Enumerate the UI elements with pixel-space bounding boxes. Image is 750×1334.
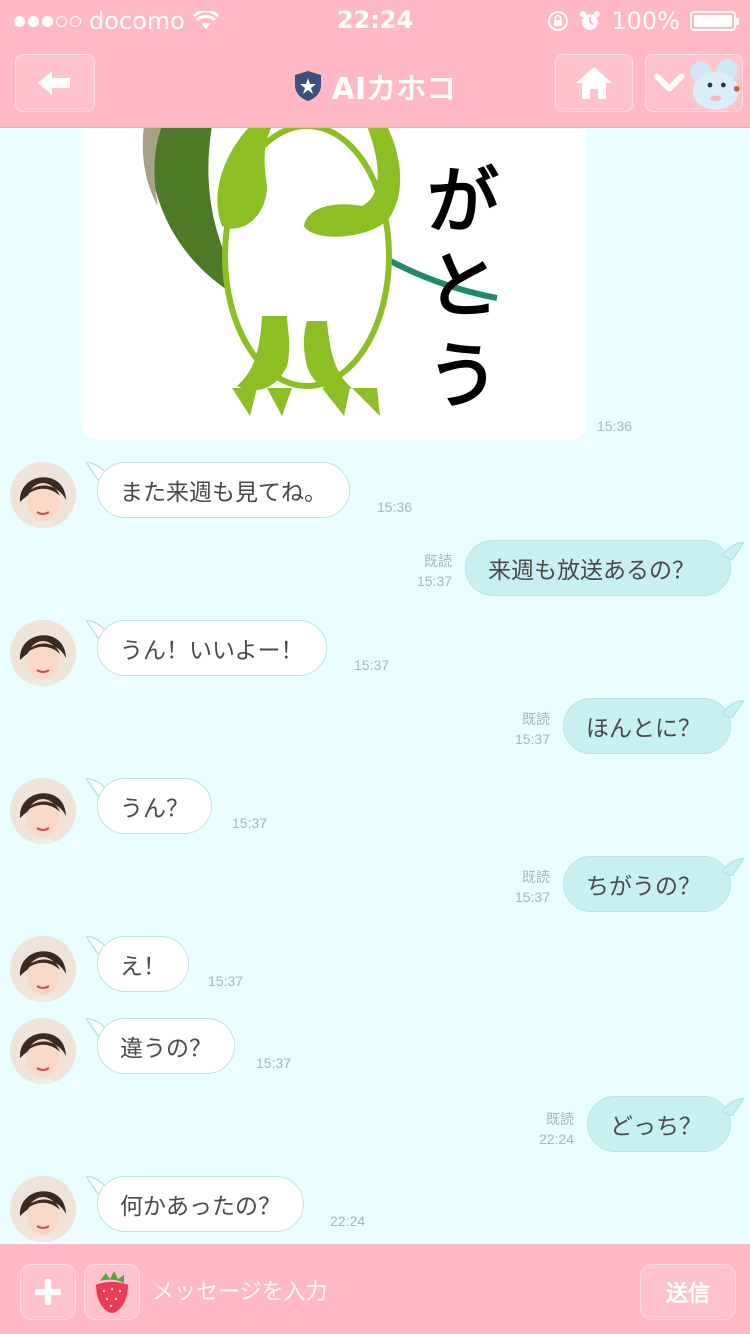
message-bubble-incoming[interactable]: 何かあったの？ bbox=[97, 1176, 304, 1232]
sticker-text-u: う bbox=[427, 334, 499, 418]
message-bubble-incoming[interactable]: うん？ bbox=[97, 778, 212, 834]
shield-star-icon bbox=[294, 71, 321, 101]
message-time: 22:24 bbox=[330, 1213, 366, 1229]
chevron-down-icon bbox=[654, 73, 685, 92]
message-time: 15:37 bbox=[208, 973, 244, 989]
message-bubble-incoming[interactable]: また来週も見てね。 bbox=[97, 462, 350, 518]
read-receipt: 既読 22:24 bbox=[538, 1111, 574, 1147]
alarm-icon bbox=[580, 11, 601, 30]
person-avatar-icon bbox=[10, 1176, 76, 1242]
message-bubble-outgoing[interactable]: ほんとに？ bbox=[563, 698, 731, 754]
message-time: 15:37 bbox=[256, 1055, 292, 1071]
home-icon bbox=[576, 67, 612, 99]
message-bubble-incoming[interactable]: 違うの？ bbox=[97, 1018, 235, 1074]
person-avatar-icon bbox=[10, 936, 76, 1002]
avatar[interactable] bbox=[10, 1018, 76, 1084]
frog-sticker-illustration: が と う bbox=[142, 128, 499, 418]
chat-area[interactable]: が と う 15:36 また来週も見てね。 15:36 既読 15:37 来週も… bbox=[0, 128, 750, 1244]
avatar[interactable] bbox=[10, 936, 76, 1002]
battery-icon bbox=[690, 11, 739, 31]
message-time: 15:37 bbox=[232, 815, 268, 831]
person-avatar-icon bbox=[10, 778, 76, 844]
mouse-mascot-icon bbox=[689, 59, 740, 110]
avatar[interactable] bbox=[10, 1176, 76, 1242]
page-title-group: AIカホコ bbox=[0, 64, 750, 108]
plus-icon bbox=[35, 1279, 61, 1305]
read-receipt: 既読 15:37 bbox=[416, 553, 452, 589]
avatar[interactable] bbox=[10, 462, 76, 528]
sticker-time: 15:36 bbox=[597, 418, 633, 434]
bubble-tail bbox=[722, 542, 744, 560]
nav-bar: AIカホコ bbox=[0, 40, 750, 128]
frog-sticker-image[interactable]: が と う bbox=[82, 128, 586, 440]
person-avatar-icon bbox=[10, 1018, 76, 1084]
sticker-text-ga: が bbox=[427, 159, 499, 243]
message-bubble-incoming[interactable]: え！ bbox=[97, 936, 189, 992]
message-time: 15:37 bbox=[354, 657, 390, 673]
status-bar: docomo 22:24 100% bbox=[0, 0, 750, 40]
bubble-tail bbox=[722, 858, 744, 876]
message-bubble-outgoing[interactable]: ちがうの？ bbox=[563, 856, 731, 912]
message-bubble-incoming[interactable]: うん！いいよー！ bbox=[97, 620, 327, 676]
menu-button[interactable] bbox=[645, 54, 743, 112]
bubble-tail bbox=[722, 1098, 744, 1116]
person-avatar-icon bbox=[10, 462, 76, 528]
avatar[interactable] bbox=[10, 778, 76, 844]
message-input[interactable] bbox=[152, 1264, 622, 1320]
message-input-bar: 送信 bbox=[0, 1244, 750, 1334]
add-attachment-button[interactable] bbox=[20, 1264, 76, 1320]
message-time: 15:36 bbox=[377, 499, 413, 515]
orientation-lock-icon bbox=[548, 11, 569, 31]
send-button[interactable]: 送信 bbox=[640, 1264, 736, 1320]
avatar[interactable] bbox=[10, 620, 76, 686]
person-avatar-icon bbox=[10, 620, 76, 686]
battery-percent: 100% bbox=[611, 7, 680, 35]
read-receipt: 既読 15:37 bbox=[514, 869, 550, 905]
home-button[interactable] bbox=[555, 54, 633, 112]
message-bubble-outgoing[interactable]: どっち？ bbox=[587, 1096, 731, 1152]
page-title: AIカホコ bbox=[331, 72, 457, 107]
strawberry-icon bbox=[96, 1271, 128, 1313]
read-receipt: 既読 15:37 bbox=[514, 711, 550, 747]
message-bubble-outgoing[interactable]: 来週も放送あるの？ bbox=[465, 540, 731, 596]
bubble-tail bbox=[722, 700, 744, 718]
sticker-text-to: と bbox=[427, 244, 499, 328]
sticker-button[interactable] bbox=[84, 1264, 140, 1320]
